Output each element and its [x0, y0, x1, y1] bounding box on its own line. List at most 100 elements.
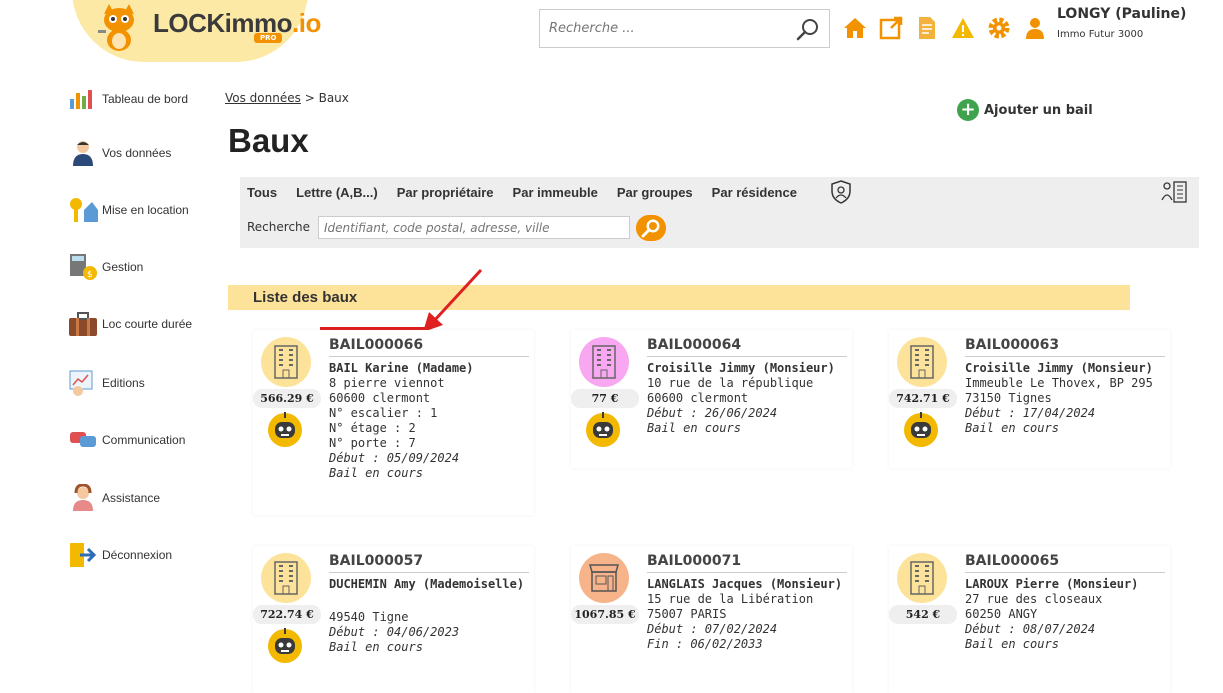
- user-icon[interactable]: [1023, 16, 1047, 40]
- lease-ref[interactable]: BAIL000071: [647, 554, 847, 573]
- suitcase-icon: [69, 312, 97, 336]
- sidebar-item-label: Mise en location: [102, 203, 189, 217]
- robot-icon[interactable]: [266, 410, 304, 448]
- global-search[interactable]: [539, 9, 830, 48]
- add-lease-button[interactable]: + Ajouter un bail: [957, 99, 1093, 121]
- lease-end-date: Fin : 06/02/2033: [647, 637, 763, 651]
- warning-icon[interactable]: [951, 16, 975, 40]
- sidebar-item-label: Tableau de bord: [102, 92, 189, 106]
- tab-par-residence[interactable]: Par résidence: [712, 185, 797, 200]
- lease-price: 742.71 €: [889, 389, 957, 408]
- lease-tenant: LAROUX Pierre (Monsieur): [965, 577, 1139, 591]
- lease-card[interactable]: 542 € BAIL000065 LAROUX Pierre (Monsieur…: [889, 546, 1170, 693]
- lease-price: 722.74 €: [253, 605, 321, 624]
- lease-card[interactable]: 566.29 € BAIL000066 BAIL Karine (Madame)…: [253, 330, 534, 515]
- tab-par-proprietaire[interactable]: Par propriétaire: [397, 185, 494, 200]
- lease-address-line: 60600 clermont: [647, 391, 749, 405]
- sidebar-item-communication[interactable]: Communication: [68, 427, 185, 453]
- building-icon: [897, 553, 947, 603]
- lease-start-date: Début : 08/07/2024: [965, 622, 1096, 636]
- shop-icon: [579, 553, 629, 603]
- robot-icon[interactable]: [584, 410, 622, 448]
- breadcrumb-link-vos-donnees[interactable]: Vos données: [225, 91, 301, 105]
- lease-tenant: DUCHEMIN Amy (Mademoiselle): [329, 577, 525, 591]
- lease-status: Bail en cours: [329, 640, 423, 654]
- lease-tenant: LANGLAIS Jacques (Monsieur): [647, 577, 843, 591]
- lease-ref[interactable]: BAIL000063: [965, 338, 1165, 357]
- lease-card[interactable]: 722.74 € BAIL000057 DUCHEMIN Amy (Mademo…: [253, 546, 534, 693]
- sidebar-item-label: Déconnexion: [102, 548, 173, 562]
- lease-status: Bail en cours: [647, 421, 741, 435]
- sidebar-item-mise-en-location[interactable]: Mise en location: [68, 197, 189, 223]
- sidebar-item-gestion[interactable]: $ Gestion: [68, 254, 143, 280]
- tab-tous[interactable]: Tous: [247, 185, 277, 200]
- lease-status: Bail en cours: [329, 466, 423, 480]
- lease-price: 542 €: [889, 605, 957, 624]
- sidebar-item-editions[interactable]: Editions: [68, 370, 145, 396]
- search-icon[interactable]: [795, 17, 821, 43]
- lease-tenant: Croisille Jimmy (Monsieur): [965, 361, 1153, 375]
- lease-info: BAIL000064 Croisille Jimmy (Monsieur) 10…: [647, 338, 847, 436]
- lease-status: Bail en cours: [965, 421, 1059, 435]
- sidebar-item-loc-courte-duree[interactable]: Loc courte durée: [68, 311, 192, 337]
- building-icon: [897, 337, 947, 387]
- lease-info: BAIL000066 BAIL Karine (Madame) 8 pierre…: [329, 338, 529, 481]
- sidebar-item-label: Assistance: [102, 491, 161, 505]
- annotation-arrow-icon: [423, 268, 483, 332]
- shield-user-icon[interactable]: [830, 180, 852, 204]
- tab-par-groupes[interactable]: Par groupes: [617, 185, 693, 200]
- lease-address-line: 75007 PARIS: [647, 607, 727, 621]
- lease-ref[interactable]: BAIL000064: [647, 338, 847, 357]
- global-search-input[interactable]: [549, 21, 789, 36]
- sidebar-item-label: Communication: [102, 433, 186, 447]
- sidebar-item-vos-donnees[interactable]: Vos données: [68, 140, 171, 166]
- tab-lettre[interactable]: Lettre (A,B...): [296, 185, 378, 200]
- logo-text[interactable]: LOCKimmo.io: [153, 8, 321, 39]
- filter-search-label: Recherche: [247, 220, 311, 234]
- lease-address-line: 27 rue des closeaux: [965, 592, 1103, 606]
- lease-info: BAIL000057 DUCHEMIN Amy (Mademoiselle) 4…: [329, 554, 529, 655]
- chat-icon: [70, 432, 96, 447]
- robot-icon[interactable]: [902, 410, 940, 448]
- user-name[interactable]: LONGY (Pauline): [1057, 6, 1186, 22]
- lease-start-date: Début : 07/02/2024: [647, 622, 778, 636]
- filter-search-button[interactable]: [636, 215, 666, 241]
- robot-icon[interactable]: [266, 626, 304, 664]
- building-icon: [579, 337, 629, 387]
- svg-text:$: $: [87, 270, 93, 280]
- lease-address-line: Immeuble Le Thovex, BP 295: [965, 376, 1153, 390]
- lease-ref[interactable]: BAIL000057: [329, 554, 529, 573]
- lease-address-line: [329, 595, 529, 610]
- lease-address-line: 60250 ANGY: [965, 607, 1038, 621]
- filter-search-input[interactable]: [318, 216, 630, 239]
- lease-price: 77 €: [571, 389, 639, 408]
- lease-ref[interactable]: BAIL000066: [329, 338, 529, 357]
- lease-address-line: N° porte : 7: [329, 436, 416, 450]
- lease-start-date: Début : 17/04/2024: [965, 406, 1096, 420]
- sidebar-item-assistance[interactable]: Assistance: [68, 484, 161, 511]
- lease-card[interactable]: 77 € BAIL000064 Croisille Jimmy (Monsieu…: [571, 330, 852, 468]
- lease-start-date: Début : 26/06/2024: [647, 406, 778, 420]
- lease-card[interactable]: 1067.85 € BAIL000071 LANGLAIS Jacques (M…: [571, 546, 852, 693]
- cat-mascot-icon[interactable]: [96, 2, 142, 52]
- lease-card[interactable]: 742.71 € BAIL000063 Croisille Jimmy (Mon…: [889, 330, 1170, 468]
- tab-par-immeuble[interactable]: Par immeuble: [513, 185, 598, 200]
- sidebar-item-tableau-de-bord[interactable]: Tableau de bord: [68, 86, 188, 112]
- lease-status: Bail en cours: [965, 637, 1059, 651]
- lease-ref[interactable]: BAIL000065: [965, 554, 1165, 573]
- report-icon: [69, 370, 93, 396]
- support-icon: [73, 484, 93, 511]
- building-person-icon[interactable]: [1161, 180, 1189, 204]
- lease-info: BAIL000071 LANGLAIS Jacques (Monsieur) 1…: [647, 554, 847, 652]
- dashboard-icon: [70, 90, 92, 109]
- gear-icon[interactable]: [987, 16, 1011, 40]
- document-icon[interactable]: [915, 16, 939, 40]
- building-icon: [261, 553, 311, 603]
- user-company: Immo Futur 3000: [1057, 29, 1144, 40]
- list-title: Liste des baux: [253, 289, 358, 306]
- sidebar-item-deconnexion[interactable]: Déconnexion: [68, 542, 172, 568]
- home-icon[interactable]: [843, 16, 867, 40]
- sidebar-item-label: Editions: [102, 376, 145, 390]
- external-link-icon[interactable]: [879, 16, 903, 40]
- lease-start-date: Début : 04/06/2023: [329, 625, 460, 639]
